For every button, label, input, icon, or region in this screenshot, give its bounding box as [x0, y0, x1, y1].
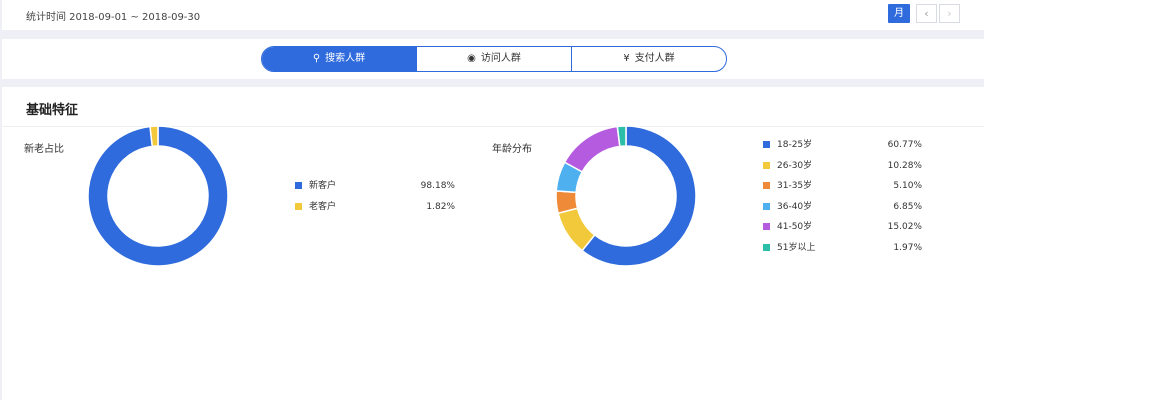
- tab-visit-crowd[interactable]: ◉ 访问人群: [416, 47, 571, 71]
- legend-swatch: [763, 161, 770, 169]
- legend-value: 98.18%: [420, 181, 455, 191]
- legend-label: 31-35岁: [777, 181, 813, 191]
- age-legend: 18-25岁 60.77% 26-30岁 10.28% 31-35岁 5.10% 36-40…: [763, 139, 923, 259]
- tab-pay-crowd[interactable]: ¥ 支付人群: [571, 47, 726, 71]
- donut-slice-1-2: [555, 190, 579, 215]
- donut-slice-0-1: [149, 125, 159, 148]
- legend-label: 新客户: [309, 181, 337, 191]
- crowd-tab-bar: ⚲ 搜索人群 ◉ 访问人群 ¥ 支付人群: [2, 39, 984, 79]
- chevron-left-icon[interactable]: ‹: [916, 4, 937, 23]
- tab-search-crowd[interactable]: ⚲ 搜索人群: [262, 47, 416, 71]
- yen-icon: ¥: [623, 53, 630, 64]
- legend-value: 5.10%: [893, 181, 922, 191]
- eye-icon: ◉: [467, 53, 476, 64]
- tab-label: 支付人群: [634, 53, 675, 64]
- legend-swatch: [763, 243, 770, 251]
- legend-label: 51岁以上: [777, 242, 816, 253]
- donut-slice-1-4: [563, 125, 621, 173]
- age-donut-chart: [555, 125, 697, 267]
- tab-label: 访问人群: [480, 53, 521, 64]
- legend-label: 老客户: [309, 202, 337, 212]
- legend-swatch: [295, 182, 302, 189]
- legend-swatch: [295, 203, 302, 210]
- chevron-right-icon[interactable]: ›: [939, 4, 960, 23]
- legend-value: 60.77%: [887, 140, 922, 150]
- tab-label: 搜索人群: [325, 53, 366, 64]
- new-old-donut-chart: [87, 125, 229, 267]
- legend-label: 18-25岁: [777, 140, 813, 150]
- legend-value: 1.97%: [893, 242, 922, 253]
- legend-swatch: [763, 223, 770, 230]
- donut-slice-0-0: [87, 125, 229, 267]
- date-range-label: 统计时间 2018-09-01 ~ 2018-09-30: [26, 12, 201, 23]
- legend-swatch: [763, 202, 770, 210]
- crowd-tabs: ⚲ 搜索人群 ◉ 访问人群 ¥ 支付人群: [261, 46, 727, 72]
- legend-value: 6.85%: [893, 201, 922, 212]
- legend-label: 36-40岁: [777, 201, 813, 212]
- legend-value: 10.28%: [887, 160, 922, 171]
- chart-title-age: 年龄分布: [492, 144, 532, 155]
- legend-label: 41-50岁: [777, 222, 813, 232]
- search-icon: ⚲: [312, 53, 321, 64]
- legend-value: 15.02%: [887, 222, 922, 232]
- new-old-legend: 新客户 98.18% 老客户 1.82%: [295, 180, 455, 220]
- legend-swatch: [763, 182, 770, 189]
- legend-value: 1.82%: [426, 202, 455, 212]
- date-range-bar: 统计时间 2018-09-01 ~ 2018-09-30 月 ‹ ›: [2, 0, 984, 30]
- legend-label: 26-30岁: [777, 160, 813, 171]
- chart-title-new-old: 新老占比: [24, 144, 64, 155]
- month-button[interactable]: 月: [888, 4, 910, 23]
- legend-swatch: [763, 141, 770, 148]
- section-title: 基础特征: [26, 103, 79, 118]
